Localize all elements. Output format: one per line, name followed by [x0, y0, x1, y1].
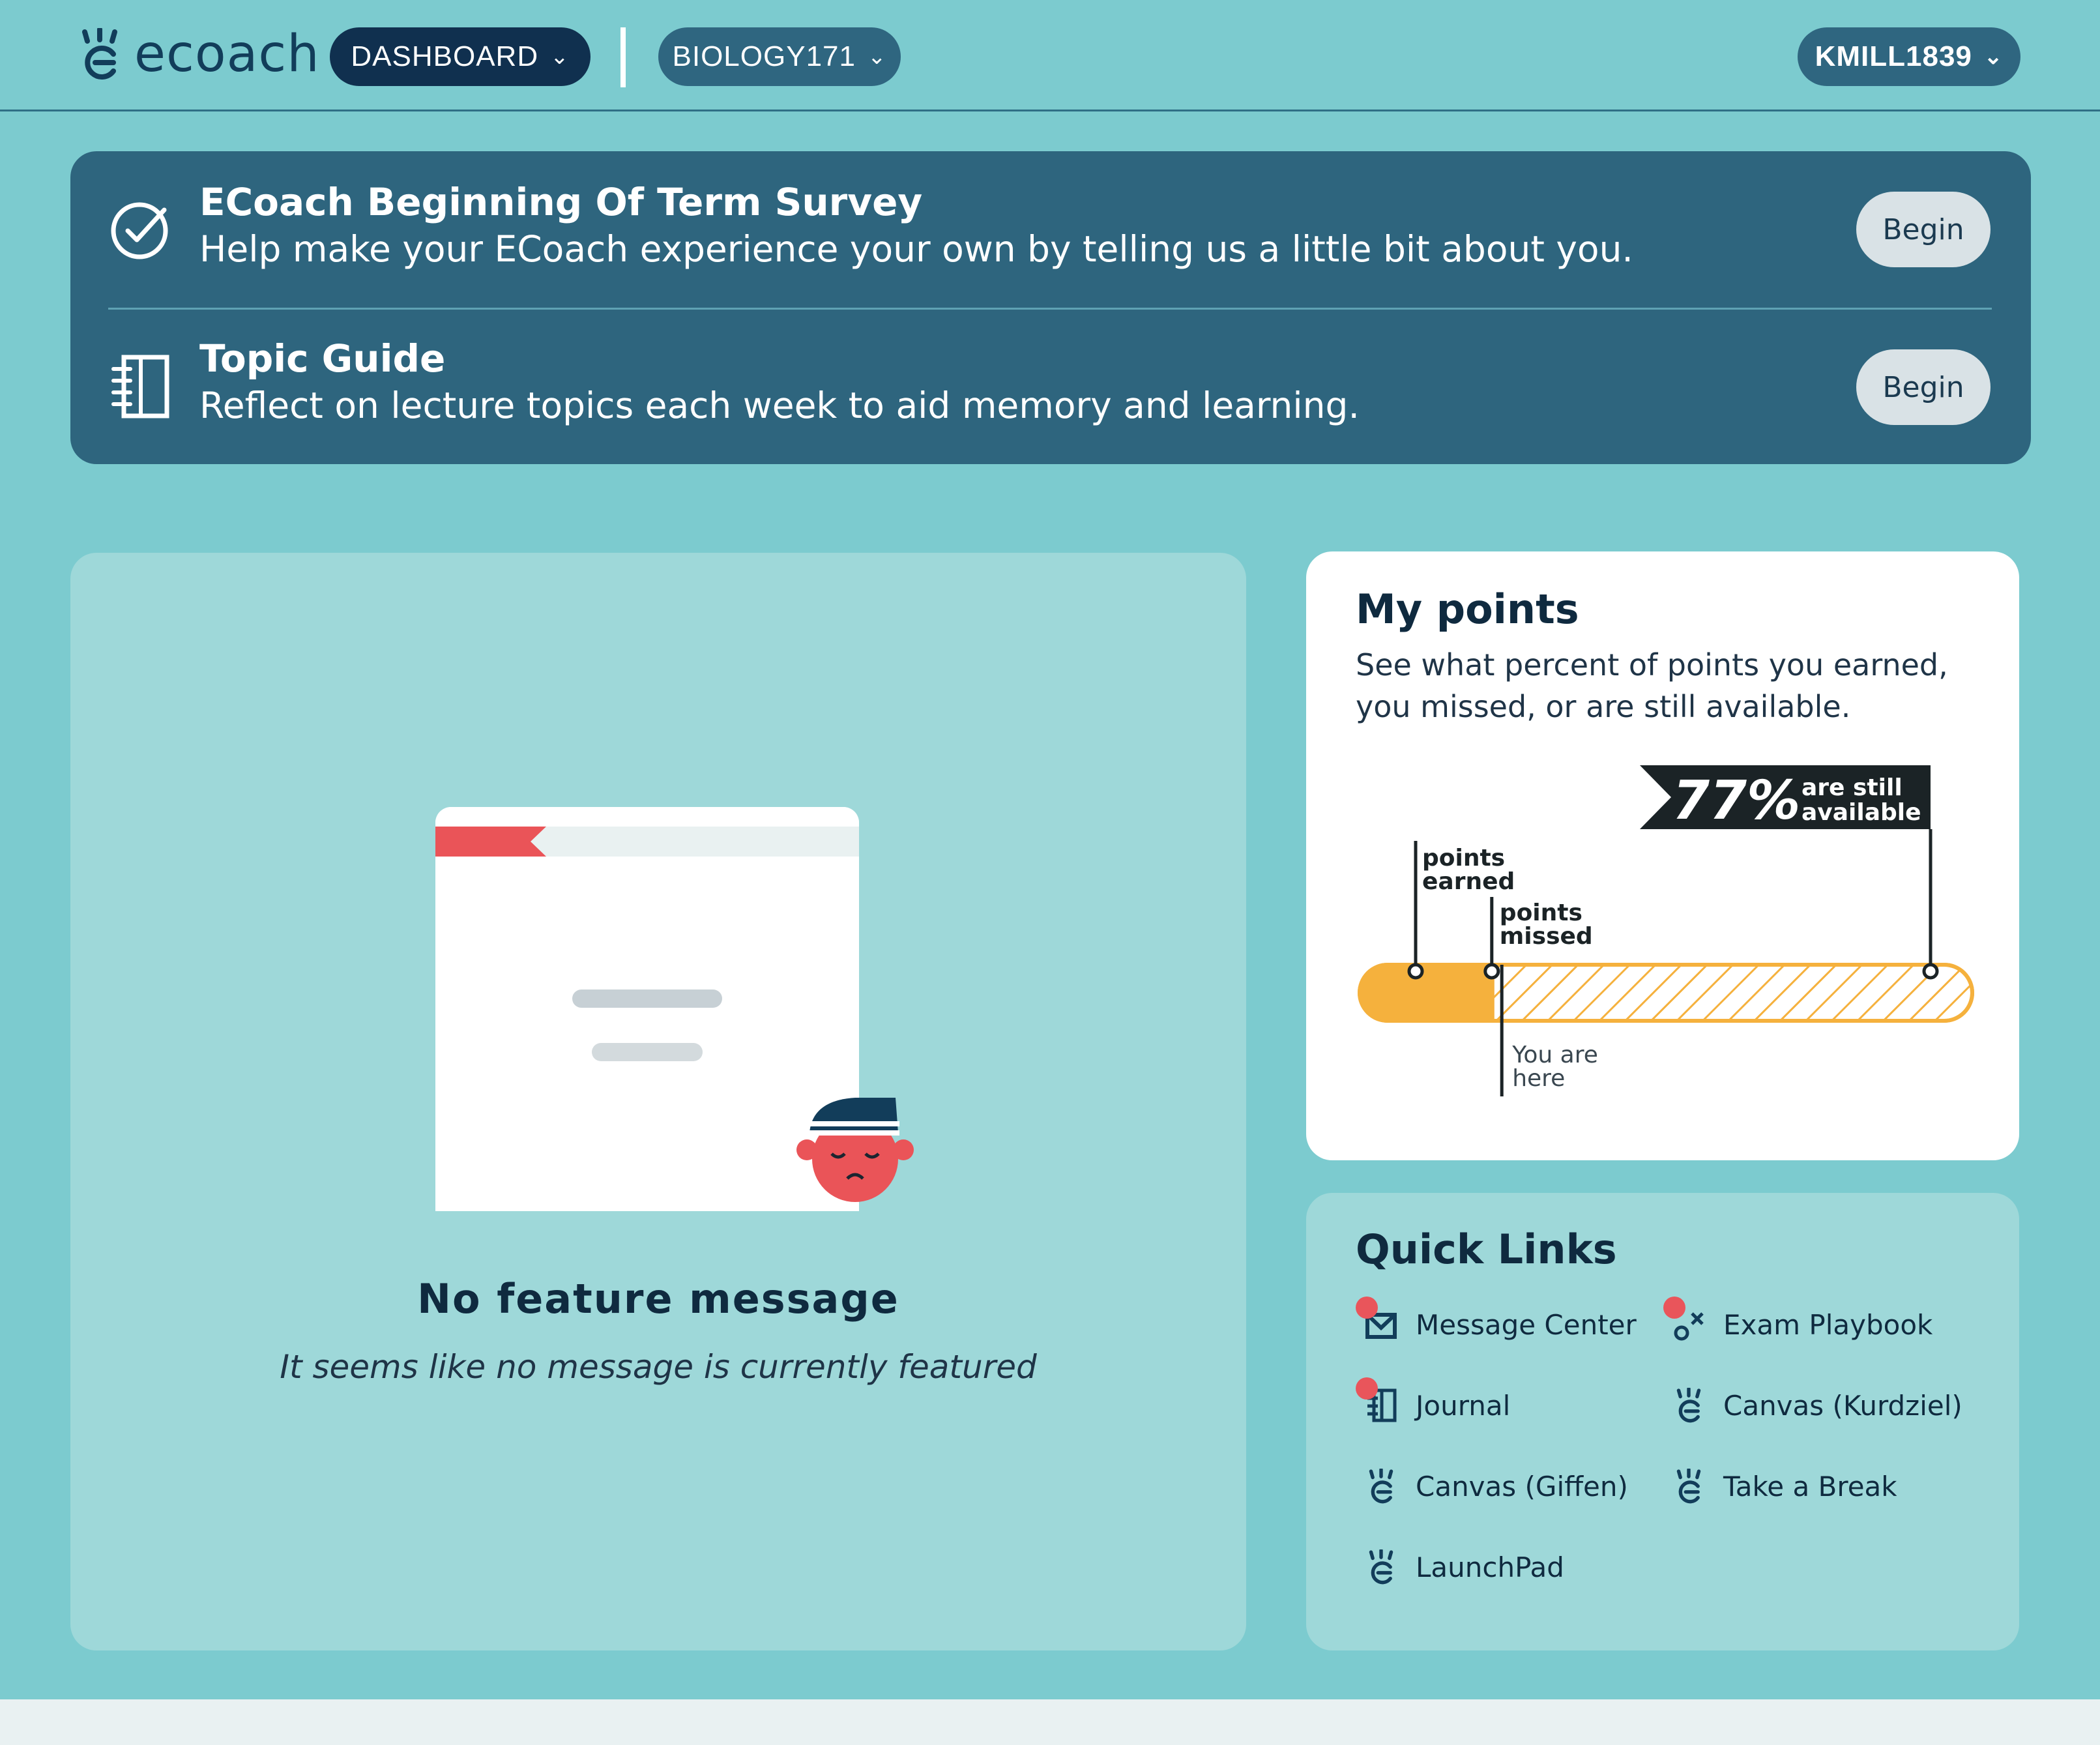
you-are-here-line2: here — [1512, 1065, 1565, 1092]
missed-marker — [1483, 963, 1500, 980]
empty-message-illustration — [435, 807, 914, 1211]
available-marker — [1922, 963, 1939, 980]
task-row-survey: ECoach Beginning Of Term Survey Help mak… — [70, 151, 2031, 308]
chevron-down-icon: ⌄ — [867, 44, 887, 69]
quick-link-journal[interactable]: Journal — [1356, 1377, 1511, 1431]
featured-message-panel: No feature message It seems like no mess… — [70, 553, 1246, 1650]
missed-label-line1: points — [1500, 900, 1582, 926]
quick-links-title: Quick Links — [1356, 1225, 1617, 1273]
available-percent: 77% — [1672, 770, 1800, 832]
course-label: BIOLOGY171 — [672, 40, 856, 72]
notification-dot — [1356, 1377, 1378, 1400]
ecoach-logo-icon — [1676, 1386, 1701, 1423]
quick-link-message-center[interactable]: Message Center — [1356, 1297, 1637, 1351]
top-navigation-bar: ecoach DASHBOARD ⌄ BIOLOGY171 ⌄ KMILL183… — [0, 0, 2100, 111]
check-circle-icon — [111, 202, 168, 259]
points-progress-chart: 77% are still available points earned po… — [1358, 765, 1974, 1096]
dashboard-menu-button[interactable]: DASHBOARD ⌄ — [330, 27, 591, 86]
ecoach-logo-icon — [82, 28, 117, 80]
quick-link-launchpad[interactable]: LaunchPad — [1364, 1541, 1564, 1593]
quick-link-label: LaunchPad — [1416, 1551, 1564, 1583]
logo-text: ecoach — [134, 25, 320, 83]
chevron-down-icon: ⌄ — [550, 44, 570, 69]
task-title: Topic Guide — [199, 336, 446, 381]
notebook-icon — [111, 355, 169, 418]
quick-link-canvas-giffen[interactable]: Canvas (Giffen) — [1364, 1460, 1628, 1512]
feature-subtitle: It seems like no message is currently fe… — [280, 1348, 1037, 1386]
quick-link-label: Canvas (Kurdziel) — [1723, 1389, 1962, 1422]
earned-segment — [1360, 965, 1495, 1021]
ecoach-logo[interactable]: ecoach — [77, 25, 320, 83]
points-description: See what percent of points you earned, y… — [1356, 647, 1948, 724]
quick-links-panel: Quick Links Message Center Exam Playbook — [1306, 1193, 2019, 1650]
tasks-card: ECoach Beginning Of Term Survey Help mak… — [70, 151, 2031, 464]
task-title: ECoach Beginning Of Term Survey — [199, 180, 923, 224]
ecoach-logo-icon — [1369, 1548, 1393, 1585]
quick-link-label: Canvas (Giffen) — [1416, 1470, 1628, 1503]
earned-label-line2: earned — [1422, 868, 1515, 895]
nav-divider — [620, 27, 626, 87]
earned-marker — [1407, 963, 1424, 980]
task-row-topic-guide: Topic Guide Reflect on lecture topics ea… — [70, 308, 2031, 464]
feature-title: No feature message — [417, 1275, 899, 1323]
quick-link-canvas-kurdziel[interactable]: Canvas (Kurdziel) — [1671, 1379, 1962, 1431]
quick-link-take-a-break[interactable]: Take a Break — [1671, 1460, 1897, 1512]
quick-link-label: Journal — [1416, 1389, 1511, 1422]
quick-link-label: Message Center — [1416, 1308, 1637, 1341]
quick-link-label: Take a Break — [1723, 1470, 1897, 1503]
earned-label-line1: points — [1422, 845, 1505, 872]
user-label: KMILL1839 — [1815, 40, 1972, 72]
quick-link-exam-playbook[interactable]: Exam Playbook — [1663, 1297, 1933, 1351]
begin-survey-button[interactable]: Begin — [1856, 192, 1991, 267]
points-title: My points — [1356, 585, 1579, 633]
missed-label-line2: missed — [1500, 923, 1593, 950]
task-description: Help make your ECoach experience your ow… — [199, 228, 1633, 270]
notification-dot — [1663, 1297, 1685, 1319]
chevron-down-icon: ⌄ — [1983, 44, 2004, 69]
user-menu-button[interactable]: KMILL1839 ⌄ — [1798, 27, 2020, 86]
notification-dot — [1356, 1297, 1378, 1319]
ecoach-logo-icon — [1676, 1467, 1701, 1504]
dashboard-label: DASHBOARD — [351, 40, 539, 72]
quick-link-label: Exam Playbook — [1723, 1308, 1933, 1341]
course-menu-button[interactable]: BIOLOGY171 ⌄ — [658, 27, 901, 86]
available-text-line1: are still — [1801, 774, 1903, 801]
task-description: Reflect on lecture topics each week to a… — [199, 385, 1360, 426]
page-footer — [0, 1699, 2100, 1745]
my-points-card: My points See what percent of points you… — [1306, 551, 2019, 1160]
available-text-line2: available — [1801, 799, 1921, 826]
you-are-here-line1: You are — [1511, 1042, 1598, 1068]
begin-topic-guide-button[interactable]: Begin — [1856, 349, 1991, 425]
ecoach-logo-icon — [1369, 1467, 1393, 1504]
